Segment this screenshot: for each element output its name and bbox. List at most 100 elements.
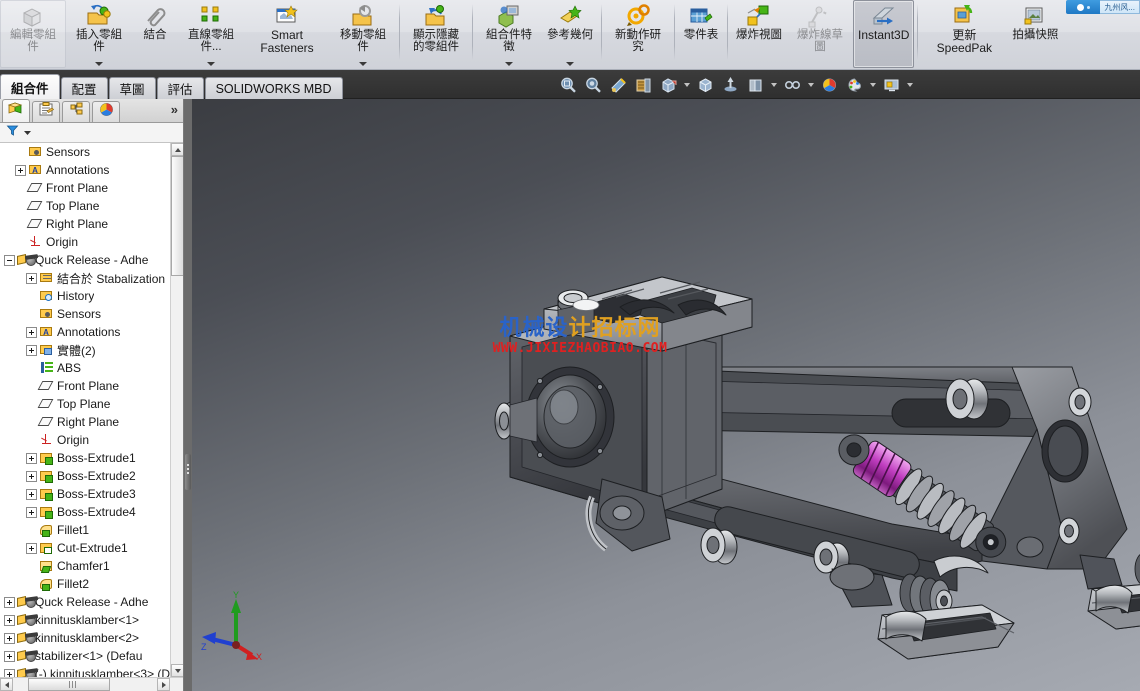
tree-expand-icon[interactable] — [26, 272, 37, 284]
tree-item-fillet2[interactable]: Fillet2 — [0, 575, 170, 593]
graphics-viewport[interactable]: 机械设计招标网 WWW.JIXIEZHAOBIAO.COM Y Z X — [192, 99, 1140, 691]
tree-item-origin[interactable]: Origin — [0, 233, 170, 251]
zoom-to-fit-icon[interactable] — [556, 74, 580, 97]
ribbon-dropdown-caret[interactable] — [95, 62, 103, 66]
tree-item-stabilizer-1[interactable]: stabilizer<1> (Defau — [0, 647, 170, 665]
tree-item-history[interactable]: History — [0, 287, 170, 305]
tree-item-solid-bodies[interactable]: 實體(2) — [0, 341, 170, 359]
tree-item-annotations[interactable]: A Annotations — [0, 161, 170, 179]
tree-expand-icon[interactable] — [4, 650, 15, 662]
view-settings-icon[interactable] — [817, 74, 841, 97]
ribbon-button-smart-fasteners[interactable]: Smart Fasteners — [244, 0, 330, 68]
feature-tree[interactable]: Sensors A Annotations Front Plane Top Plane R… — [0, 143, 183, 691]
apply-scene-icon[interactable] — [780, 74, 804, 97]
tree-item-quick-release-2[interactable]: Quck Release - Adhe — [0, 593, 170, 611]
zoom-to-area-icon[interactable] — [581, 74, 605, 97]
tree-vertical-scroll-thumb[interactable] — [171, 156, 183, 276]
tree-expand-icon[interactable] — [26, 470, 37, 482]
ribbon-dropdown-caret[interactable] — [207, 62, 215, 66]
panel-splitter-handle[interactable] — [185, 454, 191, 490]
tree-item-sensors[interactable]: Sensors — [0, 143, 170, 161]
tree-item-annotations-2[interactable]: A Annotations — [0, 323, 170, 341]
previous-view-icon[interactable] — [606, 74, 630, 97]
appearances-icon[interactable] — [842, 74, 866, 97]
tree-scroll-up-button[interactable] — [171, 143, 183, 156]
ribbon-button-bill-of-materials[interactable]: 零件表 — [678, 0, 724, 68]
display-manager-tab[interactable] — [92, 101, 120, 122]
tree-expand-icon[interactable] — [4, 632, 15, 644]
ribbon-button-update-speedpak[interactable]: 更新 SpeedPak — [921, 0, 1007, 68]
ribbon-dropdown-caret[interactable] — [566, 62, 574, 66]
panel-splitter[interactable] — [184, 99, 192, 691]
apply-scene-dropdown[interactable] — [805, 74, 816, 97]
tree-item-cut-extrude1[interactable]: Cut-Extrude1 — [0, 539, 170, 557]
ribbon-button-assembly-features[interactable]: 組合件特徵 — [476, 0, 542, 68]
floating-badge[interactable]: 九州风... — [1066, 0, 1140, 14]
tree-expand-icon[interactable] — [26, 488, 37, 500]
ribbon-button-new-motion-study[interactable]: 新動作研究 — [605, 0, 671, 68]
tree-item-material-abs[interactable]: ABS — [0, 359, 170, 377]
display-style-icon[interactable] — [693, 74, 717, 97]
appearances-dropdown[interactable] — [867, 74, 878, 97]
view-orientation-icon[interactable] — [656, 74, 680, 97]
viewport-layout-dropdown[interactable] — [904, 74, 915, 97]
ribbon-button-show-hidden-components[interactable]: 顯示隱藏的零組件 — [403, 0, 469, 68]
ribbon-button-instant3d[interactable]: Instant3D — [853, 0, 915, 68]
filter-dropdown-caret[interactable] — [23, 124, 32, 142]
tree-item-right-plane-2[interactable]: Right Plane — [0, 413, 170, 431]
feature-tree-horizontal-scrollbar[interactable] — [0, 677, 183, 691]
tree-item-top-plane[interactable]: Top Plane — [0, 197, 170, 215]
tree-expand-icon[interactable] — [26, 326, 37, 338]
tree-horizontal-scroll-thumb[interactable] — [28, 678, 110, 691]
viewport-layout-icon[interactable] — [879, 74, 903, 97]
ribbon-dropdown-caret[interactable] — [359, 62, 367, 66]
tree-item-fillet1[interactable]: Fillet1 — [0, 521, 170, 539]
ribbon-button-mate[interactable]: 結合 — [132, 0, 178, 68]
configuration-manager-tab[interactable] — [62, 101, 90, 122]
view-orientation-dropdown[interactable] — [681, 74, 692, 97]
tree-item-quick-release-1[interactable]: Quck Release - Adhe — [0, 251, 170, 269]
tree-item-front-plane-2[interactable]: Front Plane — [0, 377, 170, 395]
tab-layout[interactable]: 配置 — [60, 77, 108, 99]
tree-expand-icon[interactable] — [4, 614, 15, 626]
tree-scroll-right-button[interactable] — [157, 678, 170, 691]
ribbon-button-take-snapshot[interactable]: 拍攝快照 — [1007, 0, 1063, 68]
tree-item-front-plane[interactable]: Front Plane — [0, 179, 170, 197]
tree-item-sensors-2[interactable]: Sensors — [0, 305, 170, 323]
tree-item-boss-extrude4[interactable]: Boss-Extrude4 — [0, 503, 170, 521]
feature-tree-vertical-scrollbar[interactable] — [170, 143, 183, 691]
feature-manager-tab[interactable] — [2, 99, 30, 122]
tree-collapse-icon[interactable] — [4, 254, 15, 266]
tree-item-boss-extrude2[interactable]: Boss-Extrude2 — [0, 467, 170, 485]
tree-item-top-plane-2[interactable]: Top Plane — [0, 395, 170, 413]
tree-item-boss-extrude3[interactable]: Boss-Extrude3 — [0, 485, 170, 503]
tree-item-mate-stabalization[interactable]: 結合於 Stabalization — [0, 269, 170, 287]
tree-item-right-plane[interactable]: Right Plane — [0, 215, 170, 233]
tree-expand-icon[interactable] — [26, 506, 37, 518]
tab-solidworks-mbd[interactable]: SOLIDWORKS MBD — [204, 77, 343, 99]
tree-item-kinnitusklamber-1[interactable]: kinnitusklamber<1> — [0, 611, 170, 629]
ribbon-button-move-component[interactable]: 移動零組件 — [330, 0, 396, 68]
tree-expand-icon[interactable] — [15, 164, 26, 176]
ribbon-button-reference-geometry[interactable]: 參考幾何 — [542, 0, 598, 68]
tab-assembly[interactable]: 組合件 — [0, 74, 60, 99]
tree-item-kinnitusklamber-2[interactable]: kinnitusklamber<2> — [0, 629, 170, 647]
tree-scroll-down-button[interactable] — [171, 664, 183, 677]
tree-item-origin-2[interactable]: Origin — [0, 431, 170, 449]
tab-sketch[interactable]: 草圖 — [108, 77, 156, 99]
tree-expand-icon[interactable] — [26, 542, 37, 554]
edit-appearance-dropdown[interactable] — [768, 74, 779, 97]
tree-scroll-left-button[interactable] — [0, 678, 13, 691]
tree-item-boss-extrude1[interactable]: Boss-Extrude1 — [0, 449, 170, 467]
tree-item-chamfer1[interactable]: Chamfer1 — [0, 557, 170, 575]
ribbon-button-insert-components[interactable]: 插入零組件 — [66, 0, 132, 68]
panel-overflow-button[interactable]: » — [171, 102, 178, 117]
filter-funnel-icon[interactable] — [6, 124, 19, 142]
hide-show-items-icon[interactable] — [718, 74, 742, 97]
edit-appearance-icon[interactable] — [743, 74, 767, 97]
tree-expand-icon[interactable] — [4, 596, 15, 608]
property-manager-tab[interactable] — [32, 101, 60, 122]
ribbon-button-exploded-view[interactable]: 爆炸視圖 — [731, 0, 787, 68]
ribbon-button-linear-component-pattern[interactable]: 直線零組件... — [178, 0, 244, 68]
section-view-icon[interactable] — [631, 74, 655, 97]
